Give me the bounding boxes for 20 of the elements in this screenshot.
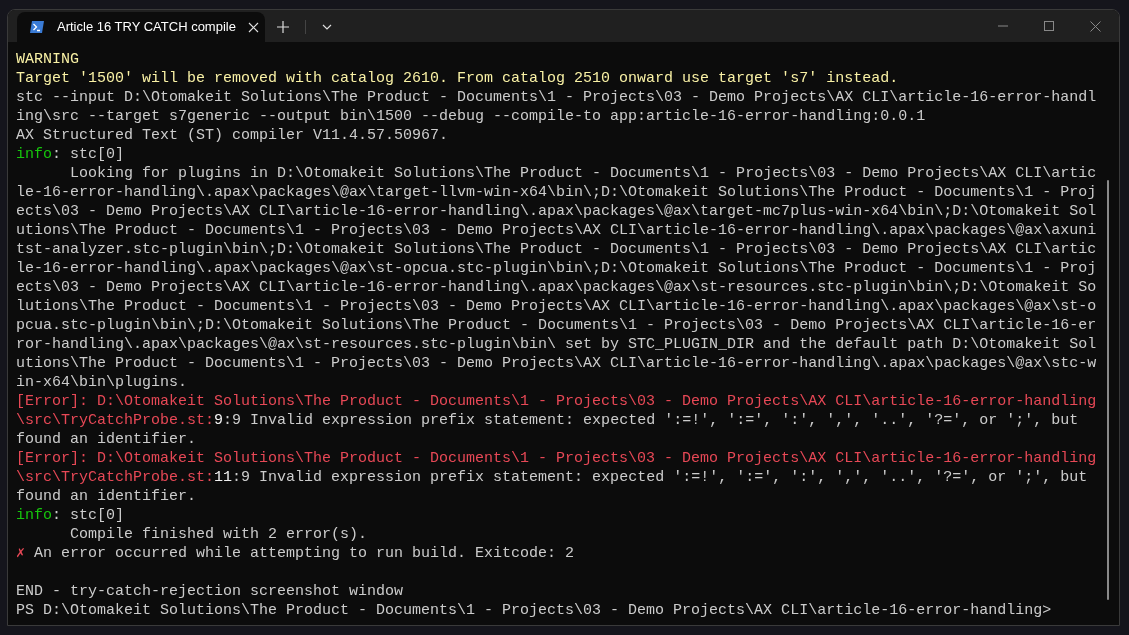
terminal-line: AX Structured Text (ST) compiler V11.4.57.50967. xyxy=(16,126,450,145)
terminal-line: info: stc[0] xyxy=(16,506,126,525)
terminal-line: PS D:\Otomakeit Solutions\The Product - Documents\1 - Projects\03 - Demo Projects\AX CLI\article-16-error-handling> xyxy=(16,601,1053,620)
tab-title: Article 16 TRY CATCH compile xyxy=(57,18,236,37)
terminal-line: ✗ An error occurred while attempting to run build. Exitcode: 2 xyxy=(16,544,576,563)
terminal-icon xyxy=(29,20,45,34)
chevron-down-icon[interactable] xyxy=(322,24,332,30)
terminal-line: END - try-catch-rejection screenshot window xyxy=(16,582,405,601)
terminal-line: Looking for plugins in D:\Otomakeit Solutions\The Product - Documents\1 - Projects\03 - Demo Projects\AX CLI\article-16-error-handling\.apax\packages\@ax\target-llvm-win-x64\bin\;D:\Otomakeit Solutions\The Product - Documents\1 - Projects\03 - Demo Projects\AX CLI\article-16-error-handling\.apax\packages\@ax\target-mc7plus-win-x64\bin\;D:\Otomakeit Solutions\The Product - Documents\1 - Projects\03 - Demo Projects\AX CLI\article-16-error-handling\.apax\packages\@ax\axunitst-analyzer.stc-plugin\bin\;D:\Otomakeit Solutions\The Product - Documents\1 - Projects\03 - Demo Projects\AX CLI\article-16-error-handling\.apax\packages\@ax\st-opcua.stc-plugin\bin\;D:\Otomakeit Solutions\The Product - Documents\1 - Projects\03 - Demo Projects\AX CLI\article-16-error-handling\.apax\packages\@ax\st-resources.stc-plugin\bin\;D:\Otomakeit Solutions\The Product - Documents\1 - Projects\03 - Demo Projects\AX CLI\article-16-error-handling\.apax\packages\@ax\st-opcua.stc-plugin\bin\;D:\Otomakeit Solutions\The Product - Documents\1 - Projects\03 - Demo Projects\AX CLI\article-16-error-handling\.apax\packages\@ax\st-resources.stc-plugin\bin\ set by STC_PLUGIN_DIR and the default path D:\Otomakeit Solutions\The Product - Documents\1 - Projects\03 - Demo Projects\AX CLI\article-16-error-handling\.apax\packages\@ax\stc-win-x64\bin\plugins. xyxy=(16,164,1097,392)
terminal-line: stc --input D:\Otomakeit Solutions\The Product - Documents\1 - Projects\03 - Demo Projects\AX CLI\article-16-error-handling\src --target s7generic --output bin\1500 --debug --compile-to app:article-16-error-handling:0.0.1 xyxy=(16,88,1097,126)
terminal-line: Compile finished with 2 error(s). xyxy=(69,525,369,544)
terminal-line: [Error]: D:\Otomakeit Solutions\The Product - Documents\1 - Projects\03 - Demo Projects\AX CLI\article-16-error-handling\src\TryCatchProbe.st:9:9 Invalid expression prefix statement: expected ':=!', ':=', ':', ',', '..', '?=', or ';', but found an identifier. xyxy=(16,392,1097,449)
maximize-icon[interactable] xyxy=(1044,21,1054,31)
scrollbar-thumb[interactable] xyxy=(1107,180,1109,600)
terminal-line: Target '1500' will be removed with catalog 2610. From catalog 2510 onward use target 's7' instead. xyxy=(16,69,900,88)
terminal-line: info: stc[0] xyxy=(16,145,126,164)
terminal-line: [Error]: D:\Otomakeit Solutions\The Product - Documents\1 - Projects\03 - Demo Projects\AX CLI\article-16-error-handling\src\TryCatchProbe.st:11:9 Invalid expression prefix statement: expected ':=!', ':=', ':', ',', '..', '?=', or ';', but found an identifier. xyxy=(16,449,1097,506)
new-tab-icon[interactable] xyxy=(277,21,289,33)
terminal-line: WARNING xyxy=(16,50,80,69)
tab[interactable]: Article 16 TRY CATCH compile xyxy=(17,12,265,42)
